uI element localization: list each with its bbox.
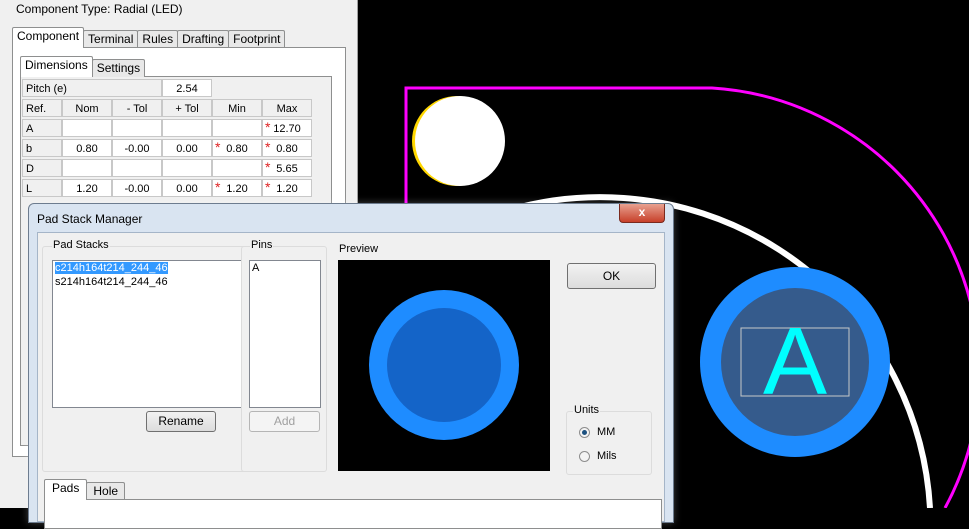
cell-tol-plus[interactable] (162, 159, 212, 177)
units-mm-radio[interactable] (579, 427, 590, 438)
pitch-input[interactable]: 2.54 (162, 79, 212, 97)
pad-stacks-list[interactable]: c214h164t214_244_46 s214h164t214_244_46 (52, 260, 257, 408)
cell-tol-minus[interactable] (112, 159, 162, 177)
tab-pads[interactable]: Pads (44, 479, 88, 500)
ok-button[interactable]: OK (567, 263, 656, 289)
cell-tol-plus[interactable]: 0.00 (162, 179, 212, 197)
cell-tol-plus[interactable] (162, 119, 212, 137)
tab-component[interactable]: Component (12, 27, 85, 48)
cell-tol-plus[interactable]: 0.00 (162, 139, 212, 157)
cell-max[interactable]: * 0.80 (262, 139, 312, 157)
close-button[interactable]: x (619, 204, 665, 223)
pitch-label: Pitch (e) (22, 79, 162, 97)
cell-ref: A (22, 119, 62, 137)
sub-tab-strip: Dimensions Settings (20, 56, 146, 77)
preview-pad-inner (387, 308, 501, 422)
tab-terminal[interactable]: Terminal (83, 30, 139, 48)
cell-ref: D (22, 159, 62, 177)
required-marker: * (265, 179, 271, 195)
pins-list[interactable]: A (249, 260, 321, 408)
pad-hole-tab-strip: Pads Hole (44, 479, 126, 500)
required-marker: * (265, 139, 271, 155)
cell-nom[interactable]: 1.20 (62, 179, 112, 197)
required-marker: * (215, 139, 221, 155)
dialog-body: Pad Stacks c214h164t214_244_46 s214h164t… (37, 232, 665, 529)
units-mils-radio[interactable] (579, 451, 590, 462)
pad-stack-item[interactable]: c214h164t214_244_46 (53, 261, 256, 275)
tab-rules[interactable]: Rules (137, 30, 179, 48)
cell-ref: b (22, 139, 62, 157)
cell-min[interactable] (212, 119, 262, 137)
main-tab-strip: Component Terminal Rules Drafting Footpr… (12, 27, 286, 48)
units-label: Units (573, 404, 601, 416)
cell-min[interactable]: * 0.80 (212, 139, 262, 157)
cell-ref: L (22, 179, 62, 197)
required-marker: * (265, 119, 271, 135)
pads-tab-body (44, 499, 662, 529)
pin-item[interactable]: A (250, 261, 320, 275)
units-mm-label: MM (597, 426, 616, 438)
tab-drafting[interactable]: Drafting (177, 30, 230, 48)
pad-stack-item[interactable]: s214h164t214_244_46 (53, 275, 256, 289)
pad-a-label: A (763, 308, 827, 415)
units-group (566, 411, 652, 475)
dialog-title: Pad Stack Manager (37, 212, 143, 226)
component-type-label: Component Type: Radial (LED) (16, 2, 183, 16)
required-marker: * (265, 159, 271, 175)
cell-nom[interactable]: 0.80 (62, 139, 112, 157)
cell-min[interactable] (212, 159, 262, 177)
rename-button[interactable]: Rename (146, 411, 216, 432)
preview-label: Preview (338, 243, 380, 255)
cell-max[interactable]: * 12.70 (262, 119, 312, 137)
col-header-tol-minus: - Tol (112, 99, 162, 117)
cell-min[interactable]: * 1.20 (212, 179, 262, 197)
tab-settings[interactable]: Settings (91, 59, 146, 77)
tab-dimensions[interactable]: Dimensions (20, 56, 93, 77)
cell-nom[interactable] (62, 159, 112, 177)
pins-label: Pins (250, 239, 274, 251)
tab-hole[interactable]: Hole (86, 482, 126, 500)
required-marker: * (215, 179, 221, 195)
cell-nom[interactable] (62, 119, 112, 137)
tab-footprint[interactable]: Footprint (228, 30, 286, 48)
pad-preview (338, 260, 550, 471)
cell-tol-minus[interactable]: -0.00 (112, 179, 162, 197)
pad-stacks-label: Pad Stacks (52, 239, 110, 251)
pad-stack-manager-dialog: Pad Stack Manager x Pad Stacks c214h164t… (28, 203, 674, 529)
col-header-tol-plus: + Tol (162, 99, 212, 117)
col-header-ref: Ref. (22, 99, 62, 117)
cell-max[interactable]: * 5.65 (262, 159, 312, 177)
pin1-marker (415, 96, 505, 186)
close-icon: x (638, 205, 646, 219)
cell-tol-minus[interactable]: -0.00 (112, 139, 162, 157)
cell-max[interactable]: * 1.20 (262, 179, 312, 197)
col-header-nom: Nom (62, 99, 112, 117)
col-header-max: Max (262, 99, 312, 117)
cell-tol-minus[interactable] (112, 119, 162, 137)
add-button[interactable]: Add (249, 411, 320, 432)
col-header-min: Min (212, 99, 262, 117)
units-mils-label: Mils (597, 450, 617, 462)
